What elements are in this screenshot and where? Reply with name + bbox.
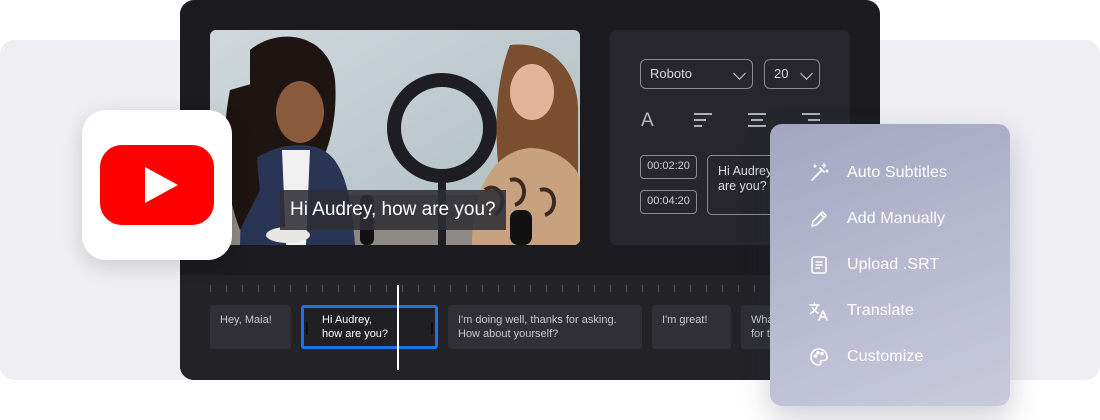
ruler-tick xyxy=(626,285,627,292)
subtitle-actions-menu: Auto Subtitles Add Manually Upload .SRT xyxy=(770,124,1010,406)
ruler-tick xyxy=(290,285,291,292)
chevron-down-icon xyxy=(800,67,813,80)
document-icon xyxy=(808,254,830,276)
ruler-tick xyxy=(338,285,339,292)
subtitle-clip[interactable]: I'm doing well, thanks for asking. How a… xyxy=(448,305,642,349)
chevron-down-icon xyxy=(733,67,746,80)
font-family-select[interactable]: Roboto xyxy=(640,59,753,89)
font-family-value: Roboto xyxy=(650,66,692,81)
clip-trim-handle-left[interactable] xyxy=(306,322,308,335)
subtitle-clip-active[interactable]: Hi Audrey, how are you? xyxy=(301,305,438,349)
ruler-tick xyxy=(274,285,275,292)
clip-text-line: How about yourself? xyxy=(458,328,559,340)
ruler-tick xyxy=(210,285,211,292)
clip-trim-handle-right[interactable] xyxy=(431,322,433,335)
ruler-tick xyxy=(546,285,547,292)
timeline-playhead[interactable] xyxy=(397,285,399,370)
ruler-tick xyxy=(386,285,387,292)
menu-item-label: Customize xyxy=(847,348,924,365)
font-size-select[interactable]: 20 xyxy=(764,59,820,89)
ruler-tick xyxy=(610,285,611,292)
ruler-tick xyxy=(530,285,531,292)
ruler-tick xyxy=(482,285,483,292)
ruler-tick xyxy=(498,285,499,292)
video-caption: Hi Audrey, how are you? xyxy=(280,190,506,230)
ruler-tick xyxy=(738,285,739,292)
ruler-tick xyxy=(594,285,595,292)
ruler-tick xyxy=(322,285,323,292)
magic-wand-icon xyxy=(808,162,830,184)
menu-item-translate[interactable]: Translate xyxy=(808,299,914,323)
youtube-app-card xyxy=(82,110,232,260)
menu-item-auto-subtitles[interactable]: Auto Subtitles xyxy=(808,161,947,185)
ruler-tick xyxy=(514,285,515,292)
stage: Hi Audrey, how are you? Roboto 20 A 00:0… xyxy=(0,0,1100,420)
ruler-tick xyxy=(674,285,675,292)
ruler-tick xyxy=(258,285,259,292)
translate-icon xyxy=(808,300,830,322)
clip-text-line: Hey, Maia! xyxy=(220,314,272,326)
ruler-tick xyxy=(690,285,691,292)
end-timecode[interactable]: 00:04:20 xyxy=(640,190,697,214)
menu-item-label: Upload .SRT xyxy=(847,256,940,273)
clip-text-line: Hi Audrey, xyxy=(322,314,372,326)
subtitle-clip[interactable]: Hey, Maia! xyxy=(210,305,291,349)
ruler-tick xyxy=(402,285,403,292)
menu-item-label: Auto Subtitles xyxy=(847,164,948,181)
ruler-tick xyxy=(418,285,419,292)
text-color-icon[interactable]: A xyxy=(641,110,654,132)
menu-item-upload-srt[interactable]: Upload .SRT xyxy=(808,253,939,277)
ruler-tick xyxy=(754,285,755,292)
ruler-tick xyxy=(226,285,227,292)
ruler-tick xyxy=(466,285,467,292)
ruler-tick xyxy=(722,285,723,292)
pencil-icon xyxy=(808,208,830,230)
ruler-tick xyxy=(354,285,355,292)
start-timecode[interactable]: 00:02:20 xyxy=(640,155,697,179)
ruler-tick xyxy=(578,285,579,292)
menu-item-label: Add Manually xyxy=(847,210,946,227)
video-preview[interactable]: Hi Audrey, how are you? xyxy=(210,30,580,245)
clip-text-line: how are you? xyxy=(322,328,389,340)
ruler-tick xyxy=(562,285,563,292)
clip-text-line: I'm great! xyxy=(662,314,708,326)
ruler-tick xyxy=(370,285,371,292)
menu-item-label: Translate xyxy=(847,302,915,319)
font-size-value: 20 xyxy=(774,66,789,81)
ruler-tick xyxy=(450,285,451,292)
ruler-tick xyxy=(642,285,643,292)
subtitle-clip[interactable]: I'm great! xyxy=(652,305,731,349)
ruler-tick xyxy=(706,285,707,292)
youtube-logo-icon xyxy=(100,145,214,225)
clip-text-line: I'm doing well, thanks for asking. xyxy=(458,314,617,326)
menu-item-add-manually[interactable]: Add Manually xyxy=(808,207,945,231)
align-left-icon[interactable] xyxy=(694,113,712,127)
palette-icon xyxy=(808,346,830,368)
menu-item-customize[interactable]: Customize xyxy=(808,345,923,369)
align-center-icon[interactable] xyxy=(748,113,766,127)
ruler-tick xyxy=(658,285,659,292)
ruler-tick xyxy=(434,285,435,292)
ruler-tick xyxy=(306,285,307,292)
ruler-tick xyxy=(242,285,243,292)
